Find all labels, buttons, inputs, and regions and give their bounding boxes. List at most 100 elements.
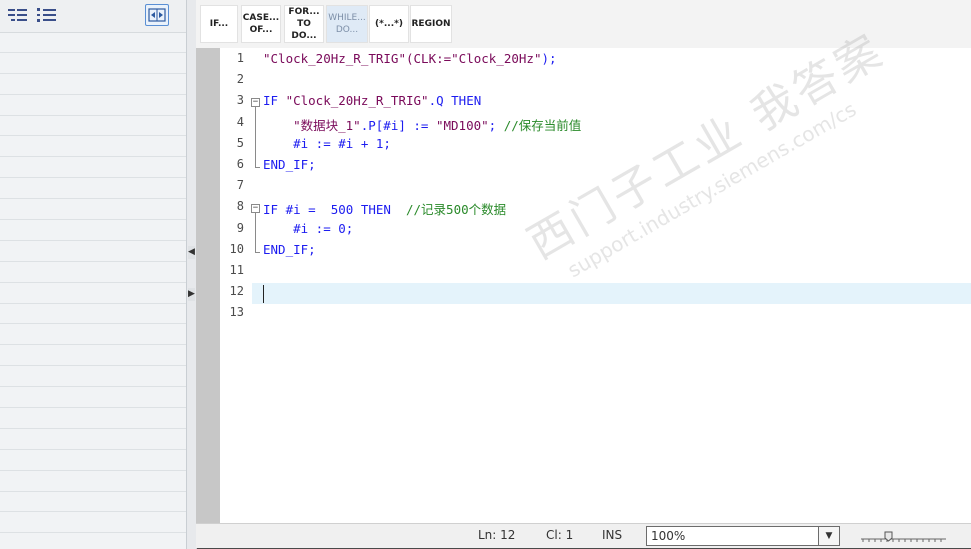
code-token: THEN bbox=[360, 202, 391, 218]
region-snippet-button[interactable]: REGION bbox=[410, 5, 452, 43]
watermark-url: support.industry.siemens.com/cs bbox=[563, 96, 861, 283]
snippet-label: CASE... bbox=[242, 13, 280, 23]
list-item[interactable] bbox=[0, 74, 186, 95]
list-item[interactable] bbox=[0, 471, 186, 492]
line-number: 1 bbox=[236, 51, 244, 65]
code-token: //保存当前值 bbox=[503, 117, 582, 133]
code-line[interactable]: #i := 0; bbox=[263, 221, 353, 236]
snippet-toolbar: IF... CASE... OF... FOR... TO DO... WHILE... D… bbox=[196, 0, 971, 49]
code-token: #i := #i + 1; bbox=[263, 135, 391, 151]
line-number: 7 bbox=[236, 178, 244, 193]
list-item[interactable] bbox=[0, 450, 186, 471]
code-line[interactable]: "Clock_20Hz_R_TRIG"(CLK:="Clock_20Hz"); bbox=[263, 51, 557, 66]
insert-mode-indicator: INS bbox=[602, 528, 623, 542]
fold-toggle-icon[interactable]: − bbox=[251, 98, 260, 108]
list-item[interactable] bbox=[0, 345, 186, 367]
code-token: #i = 500 bbox=[285, 202, 361, 218]
collapse-list-icon[interactable] bbox=[7, 6, 29, 24]
chevron-down-icon[interactable]: ▼ bbox=[818, 527, 839, 545]
code-line[interactable]: #i := #i + 1; bbox=[263, 136, 391, 151]
snippet-label-2: OF... bbox=[249, 25, 273, 35]
list-item[interactable] bbox=[0, 387, 186, 409]
code-token: .P[#i] := bbox=[360, 117, 436, 133]
toggle-panel-button[interactable] bbox=[145, 4, 169, 26]
list-item[interactable] bbox=[0, 492, 186, 513]
zoom-slider[interactable] bbox=[861, 531, 946, 543]
line-number: 3 bbox=[236, 93, 244, 108]
zoom-value: 100% bbox=[651, 529, 686, 543]
snippet-label: FOR... bbox=[288, 7, 320, 17]
comment-snippet-button[interactable]: (*...*) bbox=[369, 5, 409, 43]
list-item[interactable] bbox=[0, 262, 186, 283]
list-item[interactable] bbox=[0, 241, 186, 262]
line-number: 4 bbox=[236, 114, 244, 129]
line-indicator: Ln: 12 bbox=[478, 528, 516, 542]
code-line[interactable]: IF #i = 500 THEN //记录500个数据 bbox=[263, 199, 506, 218]
line-numbers: 1 2 3 4 5 6 7 8 9 10 11 12 13 bbox=[220, 48, 252, 523]
code-token: THEN bbox=[451, 93, 482, 109]
list-item[interactable] bbox=[0, 116, 186, 137]
list-item[interactable] bbox=[0, 95, 186, 116]
list-item[interactable] bbox=[0, 136, 186, 158]
list-item[interactable] bbox=[0, 366, 186, 388]
zoom-select[interactable]: 100% ▼ bbox=[646, 526, 840, 546]
split-arrows-icon bbox=[148, 8, 166, 22]
status-bar: Ln: 12 Cl: 1 INS 100% ▼ bbox=[196, 523, 971, 548]
collapse-left-icon[interactable]: ◀ bbox=[188, 246, 195, 259]
left-toolbar bbox=[0, 0, 186, 33]
code-line[interactable]: END_IF; bbox=[263, 242, 316, 257]
code-line[interactable]: "数据块_1".P[#i] := "MD100"; //保存当前值 bbox=[263, 115, 581, 134]
code-token: "Clock_20Hz_R_TRIG" bbox=[263, 51, 406, 66]
code-token: "Clock_20Hz_R_TRIG" bbox=[285, 93, 429, 109]
list-item[interactable] bbox=[0, 408, 186, 429]
code-token: END_IF; bbox=[263, 157, 316, 172]
list-item[interactable] bbox=[0, 304, 186, 325]
snippet-label-2: DO... bbox=[335, 25, 359, 35]
watermark: 西门子工业 我答案 support.industry.siemens.com/c… bbox=[514, 15, 906, 292]
code-line[interactable]: END_IF; bbox=[263, 157, 316, 172]
code-token: IF bbox=[263, 202, 286, 218]
case-snippet-button[interactable]: CASE... OF... bbox=[241, 5, 281, 43]
current-line-highlight bbox=[252, 283, 971, 304]
snippet-label-2: TO DO... bbox=[291, 19, 317, 41]
line-number: 9 bbox=[236, 220, 244, 235]
code-token: ; bbox=[488, 117, 504, 133]
fold-end bbox=[255, 251, 260, 253]
list-item[interactable] bbox=[0, 429, 186, 450]
column-indicator: Cl: 1 bbox=[546, 528, 574, 542]
snippet-label: REGION bbox=[411, 19, 451, 29]
list-item[interactable] bbox=[0, 512, 186, 534]
fold-end bbox=[255, 167, 260, 168]
line-number: 13 bbox=[229, 305, 244, 320]
expand-right-icon[interactable]: ▶ bbox=[188, 288, 195, 301]
list-item[interactable] bbox=[0, 324, 186, 346]
list-item[interactable] bbox=[0, 32, 186, 53]
left-list bbox=[0, 32, 186, 534]
code-line[interactable]: IF "Clock_20Hz_R_TRIG".Q THEN bbox=[263, 93, 481, 108]
expand-list-icon[interactable] bbox=[36, 6, 58, 24]
list-item[interactable] bbox=[0, 157, 186, 179]
line-number: 8 bbox=[236, 199, 244, 214]
for-snippet-button[interactable]: FOR... TO DO... bbox=[284, 5, 324, 43]
snippet-label: WHILE... bbox=[328, 13, 366, 23]
code-editor[interactable]: 1 2 3 4 5 6 7 8 9 10 11 12 13 − − "Clock_20Hz_R_TRIG"… bbox=[196, 25, 971, 523]
while-snippet-button[interactable]: WHILE... DO... bbox=[326, 5, 368, 43]
fold-toggle-icon[interactable]: − bbox=[251, 204, 260, 214]
if-snippet-button[interactable]: IF... bbox=[200, 5, 238, 43]
line-number: 5 bbox=[236, 135, 244, 150]
list-item[interactable] bbox=[0, 283, 186, 304]
list-item[interactable] bbox=[0, 178, 186, 200]
code-token: ); bbox=[541, 51, 557, 66]
list-item[interactable] bbox=[0, 199, 186, 221]
snippet-label: IF... bbox=[209, 19, 229, 29]
snippet-label: (*...*) bbox=[375, 19, 403, 29]
editor-gutter bbox=[196, 48, 220, 523]
line-number: 11 bbox=[229, 263, 244, 277]
text-cursor bbox=[263, 285, 264, 303]
list-item[interactable] bbox=[0, 220, 186, 241]
list-item[interactable] bbox=[0, 53, 186, 74]
code-token: "数据块_1" bbox=[293, 117, 361, 133]
fold-guide bbox=[255, 213, 256, 252]
code-token: END_IF; bbox=[263, 241, 316, 257]
